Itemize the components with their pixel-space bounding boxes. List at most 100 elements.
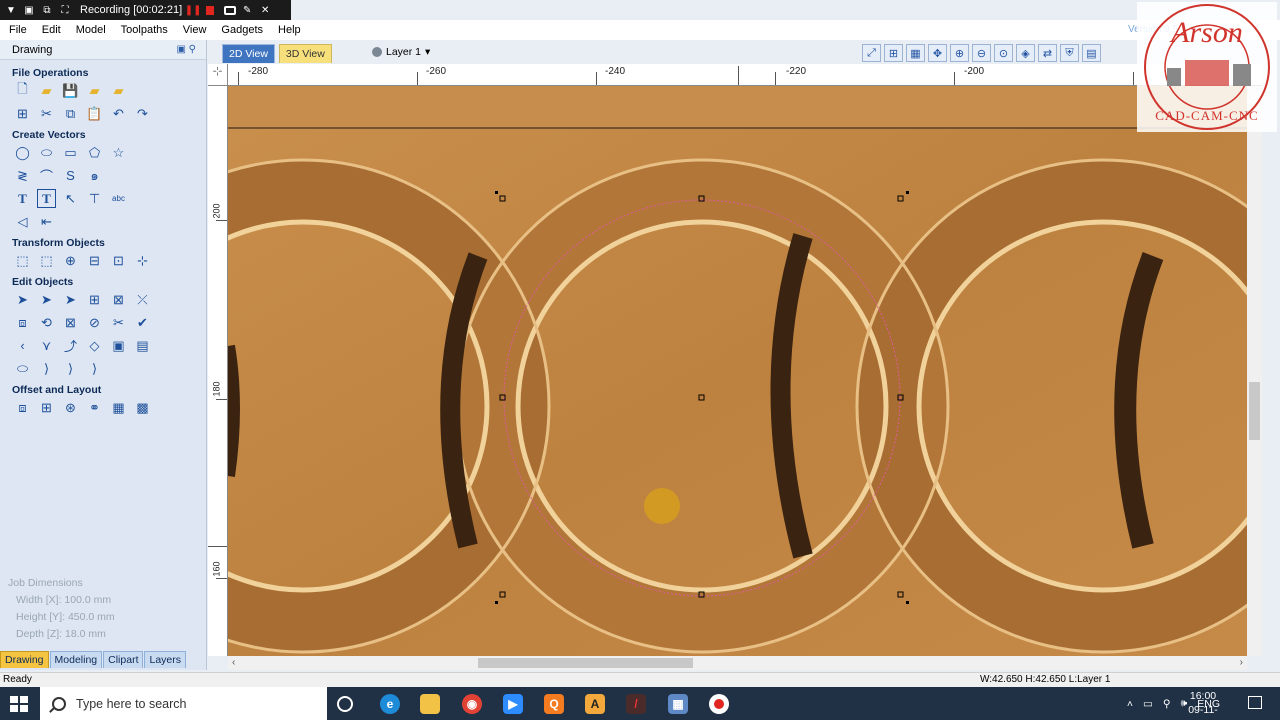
chrome-icon[interactable]: ◉ bbox=[462, 694, 482, 714]
offset-icon[interactable]: ⧈ bbox=[13, 398, 32, 417]
scroll-thumb[interactable] bbox=[478, 658, 693, 668]
move-icon[interactable]: ⬚ bbox=[13, 251, 32, 270]
paste-icon[interactable]: 📋 bbox=[85, 104, 104, 123]
join-icon[interactable]: ⊘ bbox=[85, 313, 104, 332]
text-icon[interactable]: T bbox=[13, 189, 32, 208]
node-edit-icon[interactable]: ➤ bbox=[37, 290, 56, 309]
job-setup-icon[interactable]: ⊞ bbox=[13, 104, 32, 123]
zoom-box-icon[interactable]: ⊞ bbox=[884, 44, 903, 62]
record-app-icon[interactable] bbox=[709, 694, 729, 714]
battery-icon[interactable]: ▭ bbox=[1143, 698, 1153, 710]
clock[interactable]: 16:00 09-11-2020 bbox=[1180, 689, 1226, 720]
mirror-icon[interactable]: ⊟ bbox=[85, 251, 104, 270]
circle-icon[interactable]: ◯ bbox=[13, 143, 32, 162]
array-icon[interactable]: ⊞ bbox=[37, 398, 56, 417]
network-icon[interactable]: ⚲ bbox=[1163, 698, 1171, 710]
close-icon[interactable]: ✕ bbox=[258, 3, 272, 17]
dropdown-icon[interactable]: ▼ bbox=[4, 3, 18, 17]
open-file-icon[interactable]: ▰ bbox=[37, 81, 56, 100]
ungroup-icon[interactable]: ⊠ bbox=[109, 290, 128, 309]
text-on-curve-icon[interactable]: ↖ bbox=[61, 189, 80, 208]
text-box-icon[interactable]: T bbox=[37, 189, 56, 208]
zoom-selection-icon[interactable]: ⊙ bbox=[994, 44, 1013, 62]
pause-icon[interactable]: ⧉ bbox=[40, 3, 54, 17]
menu-toolpaths[interactable]: Toolpaths bbox=[112, 24, 174, 36]
new-file-icon[interactable]: 🗋 bbox=[13, 81, 32, 100]
extend-icon[interactable]: ⟩ bbox=[61, 359, 80, 378]
fit-curves-icon[interactable]: ⬭ bbox=[13, 359, 32, 378]
weld-icon[interactable]: ⧈ bbox=[13, 313, 32, 332]
curve-icon[interactable]: S bbox=[61, 166, 80, 185]
toolpath-icon[interactable]: ⇄ bbox=[1038, 44, 1057, 62]
bitmap-trace-icon[interactable]: ▣ bbox=[109, 336, 128, 355]
menu-view[interactable]: View bbox=[174, 24, 213, 36]
menu-gadgets[interactable]: Gadgets bbox=[212, 24, 269, 36]
calculator-icon[interactable]: ▦ bbox=[668, 694, 688, 714]
circular-array-icon[interactable]: ⊛ bbox=[61, 398, 80, 417]
scroll-left-icon[interactable]: ‹ bbox=[232, 657, 235, 668]
arc-icon[interactable]: ⌒ bbox=[37, 166, 56, 185]
copy-icon[interactable]: ⧉ bbox=[61, 104, 80, 123]
ellipse-icon[interactable]: ⬭ bbox=[37, 143, 56, 162]
drawing-canvas[interactable] bbox=[228, 86, 1247, 656]
chevron-left-icon[interactable]: ‹ bbox=[13, 336, 32, 355]
taskbar-search[interactable]: Type here to search bbox=[40, 687, 327, 720]
layers-icon[interactable]: ▤ bbox=[1082, 44, 1101, 62]
pause-button-icon[interactable]: ❚❚ bbox=[185, 3, 202, 17]
camera-icon[interactable] bbox=[224, 5, 237, 15]
zoom-app-icon[interactable]: ▶ bbox=[503, 694, 523, 714]
measure-icon[interactable]: ⇤ bbox=[37, 212, 56, 231]
save-icon[interactable]: 💾 bbox=[61, 81, 80, 100]
q-app-icon[interactable]: Q bbox=[544, 694, 564, 714]
tab-modeling[interactable]: Modeling bbox=[49, 651, 103, 668]
a-app-icon[interactable]: A bbox=[585, 694, 605, 714]
diamond-icon[interactable]: ◇ bbox=[85, 336, 104, 355]
notification-icon[interactable] bbox=[1248, 696, 1262, 709]
window-icon[interactable]: ▣ bbox=[22, 3, 36, 17]
chevron-up-icon[interactable]: ˄ bbox=[1127, 698, 1133, 710]
windows-start-icon[interactable] bbox=[10, 696, 28, 712]
align-icon[interactable]: ⊕ bbox=[61, 251, 80, 270]
tiling-icon[interactable]: ▩ bbox=[133, 398, 152, 417]
zoom-in-icon[interactable]: ⊕ bbox=[950, 44, 969, 62]
image-icon[interactable]: ▤ bbox=[133, 336, 152, 355]
fullscreen-icon[interactable]: ⛶ bbox=[58, 3, 72, 17]
rectangle-icon[interactable]: ▭ bbox=[61, 143, 80, 162]
tab-layers[interactable]: Layers bbox=[144, 651, 186, 668]
tab-clipart[interactable]: Clipart bbox=[103, 651, 144, 668]
copy-along-icon[interactable]: ⚭ bbox=[85, 398, 104, 417]
smooth-icon[interactable]: ⤴ bbox=[61, 336, 80, 355]
trim-icon[interactable]: ⤫ bbox=[133, 290, 152, 309]
zoom-out-icon[interactable]: ⊖ bbox=[972, 44, 991, 62]
tab-3d-view[interactable]: 3D View bbox=[278, 44, 332, 63]
cortana-icon[interactable] bbox=[337, 696, 353, 712]
center-icon[interactable]: ⊹ bbox=[133, 251, 152, 270]
vectric-app-icon[interactable]: / bbox=[626, 694, 646, 714]
scroll-right-icon[interactable]: › bbox=[1240, 657, 1243, 668]
import-bitmap-icon[interactable]: ▰ bbox=[109, 81, 128, 100]
menu-help[interactable]: Help bbox=[269, 24, 307, 36]
pin-icon[interactable]: ▣ ⚲ bbox=[176, 44, 196, 55]
pen-icon[interactable]: ✎ bbox=[240, 3, 254, 17]
snap-icon[interactable]: ◈ bbox=[1016, 44, 1035, 62]
vertex-icon[interactable]: ⋎ bbox=[37, 336, 56, 355]
import-vectors-icon[interactable]: ▰ bbox=[85, 81, 104, 100]
star-icon[interactable]: ☆ bbox=[109, 143, 128, 162]
cut-icon[interactable]: ✂ bbox=[37, 104, 56, 123]
scroll-thumb[interactable] bbox=[1249, 382, 1260, 440]
close-vector-icon[interactable]: ⟩ bbox=[37, 359, 56, 378]
fillet-icon[interactable]: ✔ bbox=[133, 313, 152, 332]
dimension-icon[interactable]: ◁ bbox=[13, 212, 32, 231]
scale-icon[interactable]: ⬚ bbox=[37, 251, 56, 270]
vertical-scrollbar[interactable] bbox=[1247, 86, 1262, 656]
horizontal-scrollbar[interactable]: ‹ › bbox=[228, 656, 1247, 670]
file-explorer-icon[interactable] bbox=[420, 694, 440, 714]
select-icon[interactable]: ➤ bbox=[13, 290, 32, 309]
shield-icon[interactable]: ⛨ bbox=[1060, 44, 1079, 62]
zoom-extents-icon[interactable]: ⤢ bbox=[862, 44, 881, 62]
polyline-icon[interactable]: ≷ bbox=[13, 166, 32, 185]
nesting-icon[interactable]: ▦ bbox=[109, 398, 128, 417]
intersect-icon[interactable]: ⊠ bbox=[61, 313, 80, 332]
tab-2d-view[interactable]: 2D View bbox=[222, 44, 275, 63]
auto-layout-text-icon[interactable]: ⊤ bbox=[85, 189, 104, 208]
